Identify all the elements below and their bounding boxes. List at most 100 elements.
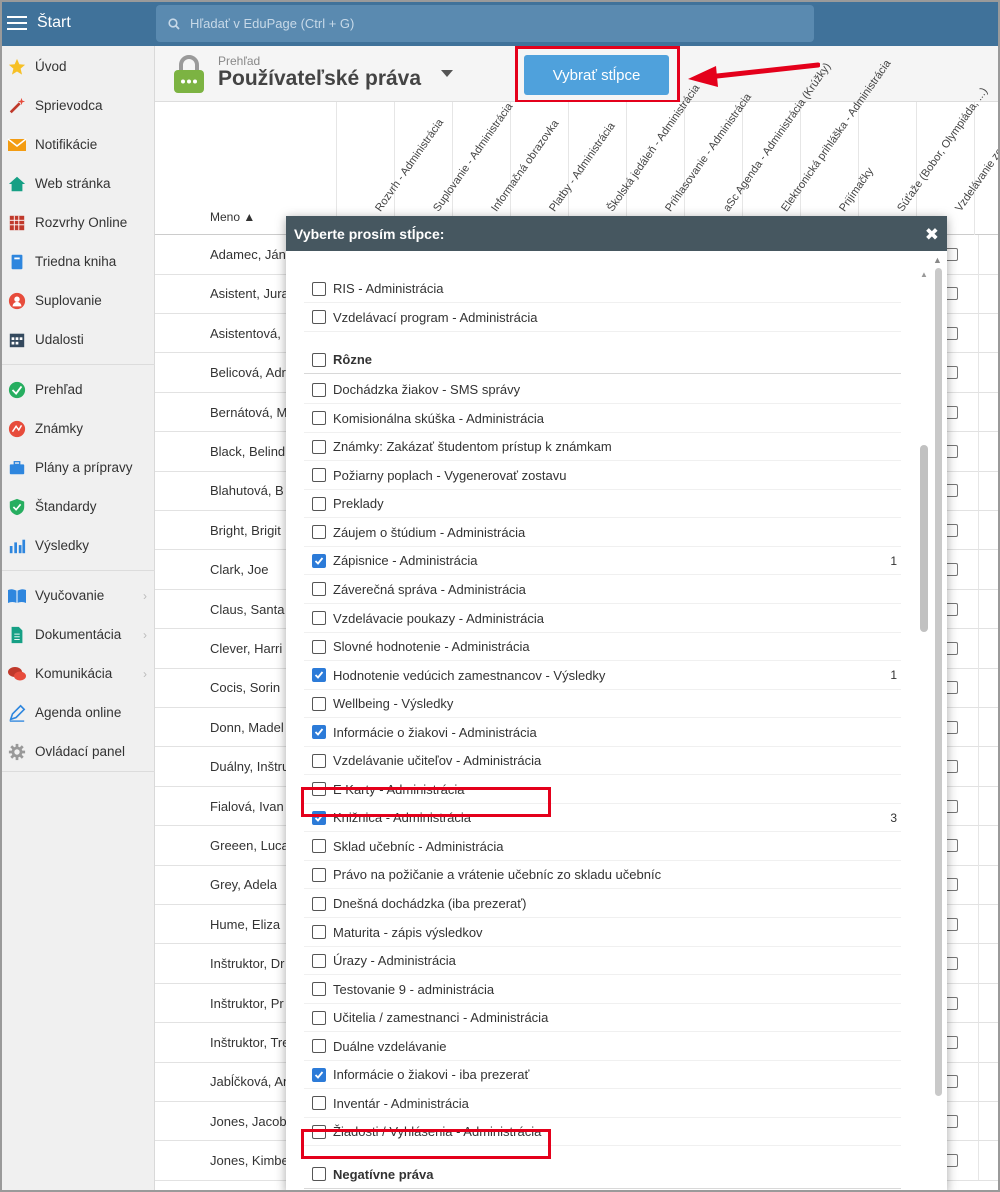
- start-menu-button[interactable]: Štart: [0, 0, 155, 46]
- user-name[interactable]: Fialová, Ivan: [210, 799, 284, 814]
- sidebar-item-13[interactable]: Vyučovanie ›: [0, 576, 155, 615]
- dialog-scrollbar[interactable]: [920, 445, 928, 632]
- breadcrumb[interactable]: Prehľad: [218, 54, 260, 68]
- close-icon[interactable]: ✖: [925, 225, 939, 245]
- user-name[interactable]: Jones, Jacob: [210, 1114, 287, 1129]
- sidebar-item-10[interactable]: Plány a prípravy: [0, 448, 155, 487]
- column-header[interactable]: Školská jedáleň - Administrácia: [605, 82, 702, 214]
- column-option[interactable]: Wellbeing - Výsledky: [304, 690, 901, 719]
- sidebar-item-12[interactable]: Výsledky: [0, 526, 155, 565]
- checkbox[interactable]: [312, 925, 326, 940]
- checkbox[interactable]: [312, 281, 326, 296]
- user-name[interactable]: Duálny, Inštru: [210, 759, 289, 774]
- sidebar-item-11[interactable]: Štandardy: [0, 487, 155, 526]
- option-group[interactable]: Negatívne práva: [304, 1161, 901, 1189]
- user-name[interactable]: Bernátová, M: [210, 405, 287, 420]
- sidebar-item-17[interactable]: Ovládací panel: [0, 732, 155, 771]
- user-name[interactable]: Claus, Santa: [210, 602, 284, 617]
- column-header[interactable]: Vzdelávanie zo školy: [953, 123, 1000, 214]
- sidebar-item-5[interactable]: Triedna kniha: [0, 242, 155, 281]
- user-name[interactable]: Asistent, Jura: [210, 286, 289, 301]
- user-name[interactable]: Inštruktor, Pr: [210, 996, 284, 1011]
- checkbox-checked[interactable]: [312, 668, 326, 683]
- column-option[interactable]: Zápisnice - Administrácia 1: [304, 547, 901, 576]
- column-option[interactable]: Vzdelávacie poukazy - Administrácia: [304, 605, 901, 633]
- user-name[interactable]: Donn, Madel: [210, 720, 284, 735]
- sidebar-item-15[interactable]: Komunikácia ›: [0, 654, 155, 693]
- title-dropdown-icon[interactable]: [441, 70, 453, 77]
- user-name[interactable]: Inštruktor, Tre: [210, 1035, 289, 1050]
- sidebar-item-6[interactable]: Suplovanie: [0, 281, 155, 320]
- checkbox[interactable]: [312, 1096, 326, 1111]
- column-option[interactable]: Právo na požičanie a vrátenie učebníc zo…: [304, 861, 901, 890]
- user-name[interactable]: Grey, Adela: [210, 877, 277, 892]
- sidebar-item-8[interactable]: Prehľad: [0, 370, 155, 409]
- column-option[interactable]: Maturita - zápis výsledkov: [304, 919, 901, 947]
- option-group[interactable]: Rôzne: [304, 346, 901, 375]
- checkbox[interactable]: [312, 839, 326, 854]
- column-option[interactable]: Záujem o štúdium - Administrácia: [304, 519, 901, 547]
- checkbox[interactable]: [312, 1039, 326, 1054]
- checkbox[interactable]: [312, 867, 326, 882]
- sidebar-item-1[interactable]: Sprievodca: [0, 86, 155, 125]
- column-option[interactable]: RIS - Administrácia: [304, 275, 901, 303]
- user-name[interactable]: Clever, Harri: [210, 641, 282, 656]
- user-name[interactable]: Clark, Joe: [210, 562, 269, 577]
- column-option[interactable]: Sklad učebníc - Administrácia: [304, 833, 901, 861]
- column-header[interactable]: Prijímačky: [837, 166, 876, 214]
- user-name[interactable]: Inštruktor, Dr: [210, 956, 284, 971]
- column-option[interactable]: Inventár - Administrácia: [304, 1090, 901, 1118]
- checkbox[interactable]: [312, 953, 326, 968]
- column-option[interactable]: Komisionálna skúška - Administrácia: [304, 405, 901, 433]
- sidebar-item-7[interactable]: Udalosti: [0, 320, 155, 359]
- user-name[interactable]: Black, Belind: [210, 444, 285, 459]
- checkbox-checked[interactable]: [312, 553, 326, 568]
- user-name[interactable]: Cocis, Sorin: [210, 680, 280, 695]
- checkbox[interactable]: [312, 1010, 326, 1025]
- checkbox[interactable]: [312, 468, 326, 483]
- column-option[interactable]: Informácie o žiakovi - Administrácia: [304, 719, 901, 747]
- user-name[interactable]: Belicová, Adr: [210, 365, 286, 380]
- column-option[interactable]: Učitelia / zamestnanci - Administrácia: [304, 1004, 901, 1033]
- column-option[interactable]: Duálne vzdelávanie: [304, 1033, 901, 1061]
- user-name[interactable]: Bright, Brigit: [210, 523, 281, 538]
- user-name[interactable]: Adamec, Ján: [210, 247, 286, 262]
- user-name[interactable]: Asistentová,: [210, 326, 281, 341]
- checkbox-checked[interactable]: [312, 1067, 326, 1082]
- dialog-scroll-up-icon[interactable]: ▲: [920, 270, 928, 279]
- checkbox[interactable]: [312, 411, 326, 426]
- column-option[interactable]: Vzdelávací program - Administrácia: [304, 304, 901, 332]
- checkbox[interactable]: [312, 696, 326, 711]
- checkbox[interactable]: [312, 896, 326, 911]
- user-name[interactable]: Hume, Eliza: [210, 917, 280, 932]
- column-option[interactable]: Testovanie 9 - administrácia: [304, 976, 901, 1004]
- checkbox[interactable]: [312, 611, 326, 625]
- checkbox[interactable]: [312, 639, 326, 654]
- column-option[interactable]: Požiarny poplach - Vygenerovať zostavu: [304, 462, 901, 490]
- sidebar-item-0[interactable]: Úvod: [0, 47, 155, 86]
- sidebar-item-3[interactable]: Web stránka: [0, 164, 155, 203]
- name-column-header[interactable]: Meno ▲: [210, 210, 255, 224]
- column-option[interactable]: Hodnotenie vedúcich zamestnancov - Výsle…: [304, 662, 901, 690]
- search-input[interactable]: Hľadať v EduPage (Ctrl + G): [156, 5, 814, 42]
- column-option[interactable]: Slovné hodnotenie - Administrácia: [304, 633, 901, 662]
- checkbox[interactable]: [312, 982, 326, 997]
- checkbox[interactable]: [312, 496, 326, 511]
- sidebar-item-2[interactable]: Notifikácie: [0, 125, 155, 164]
- checkbox-checked[interactable]: [312, 725, 326, 740]
- column-option[interactable]: Dnešná dochádzka (iba prezerať): [304, 890, 901, 918]
- user-name[interactable]: Greeen, Luca: [210, 838, 289, 853]
- checkbox[interactable]: [312, 382, 326, 397]
- checkbox[interactable]: [312, 439, 326, 454]
- checkbox[interactable]: [312, 582, 326, 597]
- checkbox[interactable]: [312, 525, 326, 540]
- column-option[interactable]: Úrazy - Administrácia: [304, 947, 901, 976]
- column-option[interactable]: Informácie o žiakovi - iba prezerať: [304, 1061, 901, 1090]
- user-name[interactable]: Blahutová, B: [210, 483, 284, 498]
- column-option[interactable]: Známky: Zakázať študentom prístup k znám…: [304, 433, 901, 462]
- column-option[interactable]: Záverečná správa - Administrácia: [304, 576, 901, 604]
- column-header[interactable]: Informačná obrazovka: [489, 118, 561, 214]
- checkbox[interactable]: [312, 753, 326, 768]
- page-scrollbar[interactable]: [935, 268, 942, 1096]
- column-option[interactable]: Preklady: [304, 490, 901, 519]
